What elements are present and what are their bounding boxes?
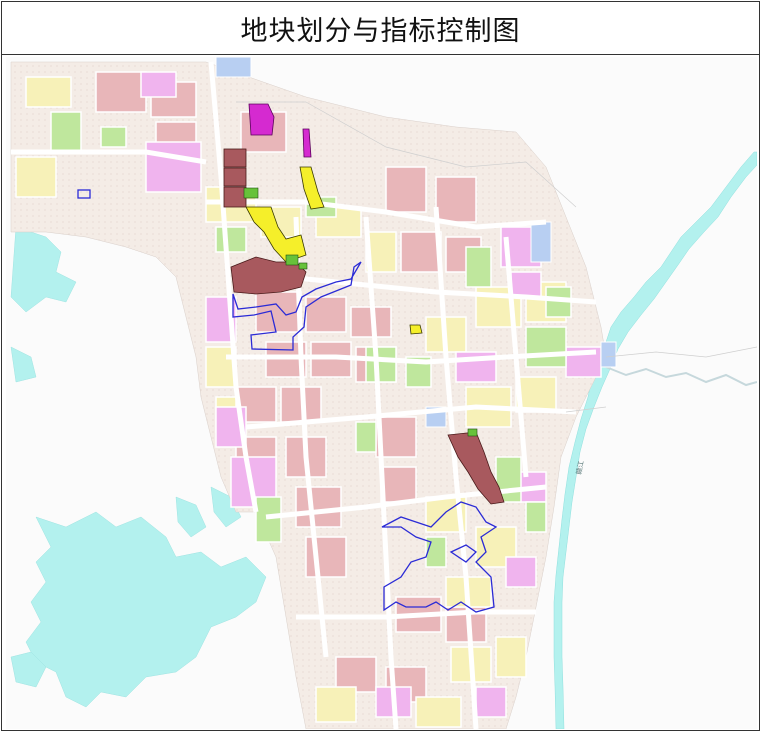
planning-map-svg: 赣江: [6, 57, 757, 729]
title-bar: 地块划分与指标控制图: [2, 2, 759, 55]
map-frame: 地块划分与指标控制图 赣江: [1, 1, 760, 731]
map-title: 地块划分与指标控制图: [240, 15, 521, 47]
map-canvas[interactable]: 赣江: [6, 57, 757, 729]
